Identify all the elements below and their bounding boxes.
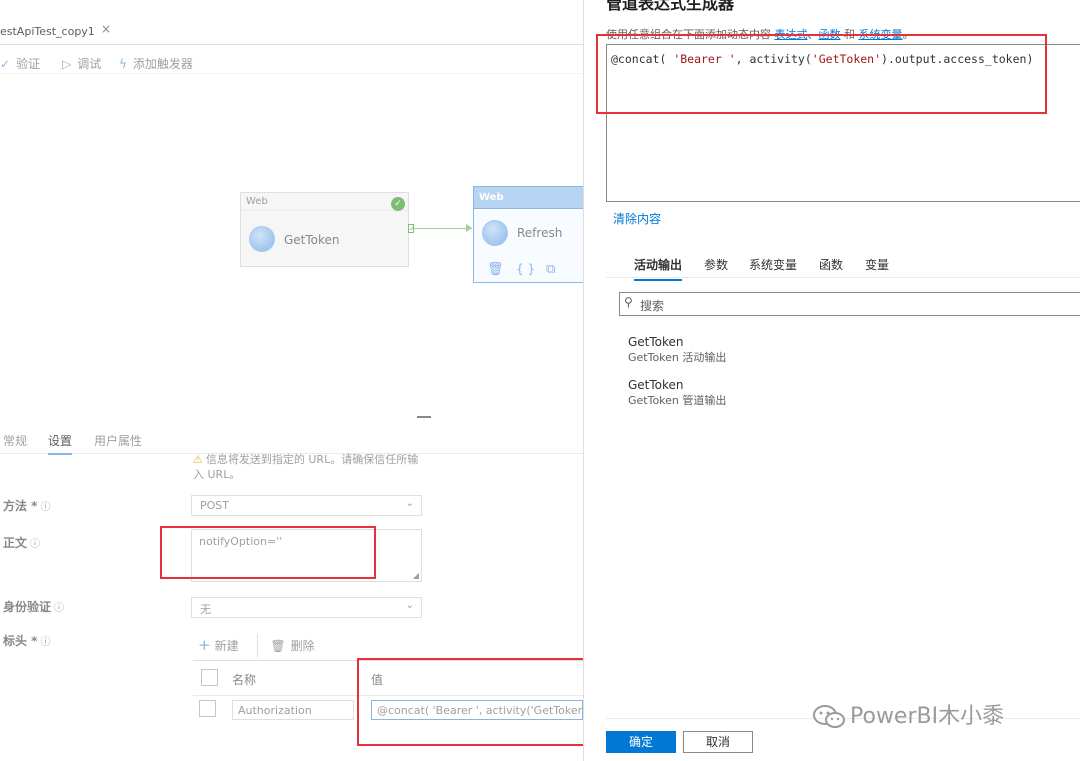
select-all-checkbox[interactable] (201, 669, 218, 686)
tab-user-properties[interactable]: 用户属性 (94, 432, 142, 449)
settings-tabs: 常规 设置 用户属性 (0, 428, 583, 455)
tab-settings[interactable]: 设置 (48, 432, 73, 455)
pipeline-toolbar: ✓ 验证 ▷ 调试 ϟ 添加触发器 (0, 52, 583, 74)
tab-activity-outputs[interactable]: 活动输出 (634, 256, 683, 281)
globe-icon (249, 226, 275, 252)
delete-icon: 🗑 (270, 639, 286, 653)
tab-functions[interactable]: 函数 (819, 256, 843, 273)
tab-system-variables[interactable]: 系统变量 (749, 256, 797, 273)
info-icon[interactable]: ⓘ (40, 637, 50, 648)
globe-icon (482, 220, 508, 246)
warning-icon: ⚠ (193, 453, 203, 466)
row-checkbox[interactable] (199, 700, 216, 717)
tab-parameters[interactable]: 参数 (704, 256, 728, 273)
body-label: 正文 ⓘ (3, 536, 41, 550)
node-label: Refresh (517, 226, 563, 240)
activity-node-refresh[interactable]: Web Refresh 🗑 { } ⧉ (473, 186, 585, 283)
delete-icon[interactable]: 🗑 (487, 262, 504, 277)
watermark: PowerBI木小黍 (812, 698, 1004, 730)
pipeline-canvas[interactable]: Web GetToken ✓ ✓ Web Refresh 🗑 { } ⧉ (0, 78, 585, 408)
add-trigger-button[interactable]: ϟ 添加触发器 (119, 55, 193, 72)
expression-builder-panel: 管道表达式生成器 使用任意组合在下面添加动态内容 表达式、函数 和 系统变量。 … (583, 0, 1080, 761)
chevron-down-icon: ⌄ (405, 600, 414, 611)
column-header-name: 名称 (232, 673, 257, 687)
pipeline-tab[interactable]: estApiTest_copy1 (0, 18, 103, 45)
highlight-box-body (160, 526, 376, 579)
tab-variables[interactable]: 变量 (865, 256, 889, 273)
method-label: 方法 * ⓘ (3, 499, 51, 513)
list-item[interactable]: GetToken GetToken 活动输出 (628, 335, 726, 365)
wechat-icon (813, 705, 845, 728)
panel-title: 管道表达式生成器 (606, 0, 735, 13)
chevron-down-icon: ⌄ (405, 498, 414, 509)
cancel-button[interactable]: 取消 (683, 731, 753, 753)
info-icon[interactable]: ⓘ (54, 603, 64, 614)
node-label: GetToken (284, 233, 340, 247)
copy-icon[interactable]: ⧉ (546, 262, 555, 277)
new-header-button[interactable]: + 新建 (198, 636, 239, 654)
validate-button[interactable]: ✓ 验证 (0, 55, 40, 72)
method-select[interactable]: POST ⌄ (191, 495, 422, 516)
toolbar-divider (257, 634, 258, 658)
list-item[interactable]: GetToken GetToken 管道输出 (628, 378, 726, 408)
expression-tabs: 活动输出 参数 系统变量 函数 变量 (606, 248, 1080, 281)
header-name-input[interactable]: Authorization (232, 700, 354, 720)
url-warning: ⚠ 信息将发送到指定的 URL。请确保信任所输入 URL。 (193, 453, 419, 481)
headers-label: 标头 * ⓘ (3, 634, 51, 648)
document-tabbar: estApiTest_copy1 × (0, 18, 583, 45)
resize-grip-icon: ◢ (412, 571, 419, 580)
activity-node-gettoken[interactable]: Web GetToken ✓ (240, 192, 409, 267)
info-icon[interactable]: ⓘ (40, 502, 50, 513)
arrow-icon (466, 224, 472, 232)
plus-icon: + (198, 636, 211, 654)
info-icon[interactable]: ⓘ (30, 539, 40, 550)
auth-label: 身份验证 ⓘ (3, 600, 65, 614)
clear-content-link[interactable]: 清除内容 (613, 210, 661, 227)
node-type-label: Web (474, 187, 584, 209)
node-type-label: Web (241, 193, 408, 211)
check-icon: ✓ (0, 57, 11, 71)
code-icon[interactable]: { } (516, 262, 535, 276)
highlight-box-expression (596, 34, 1047, 114)
tab-general[interactable]: 常规 (3, 432, 27, 449)
lightning-icon: ϟ (119, 57, 127, 71)
close-icon[interactable]: × (101, 22, 111, 36)
delete-header-button[interactable]: 🗑 删除 (270, 639, 314, 653)
resize-handle[interactable] (417, 416, 431, 418)
ok-button[interactable]: 确定 (606, 731, 676, 753)
screen: estApiTest_copy1 × ✓ 验证 ▷ 调试 ϟ 添加触发器 Web Ge… (0, 0, 1080, 761)
play-icon: ▷ (62, 57, 72, 71)
debug-button[interactable]: ▷ 调试 (62, 55, 101, 72)
highlight-box-header-value (357, 658, 586, 746)
search-icon: ⚲ (624, 295, 633, 309)
auth-select[interactable]: 无 ⌄ (191, 597, 422, 618)
search-input[interactable]: ⚲ 搜索 (619, 292, 1080, 316)
connector-line (414, 228, 472, 229)
success-check-icon: ✓ (391, 197, 405, 211)
